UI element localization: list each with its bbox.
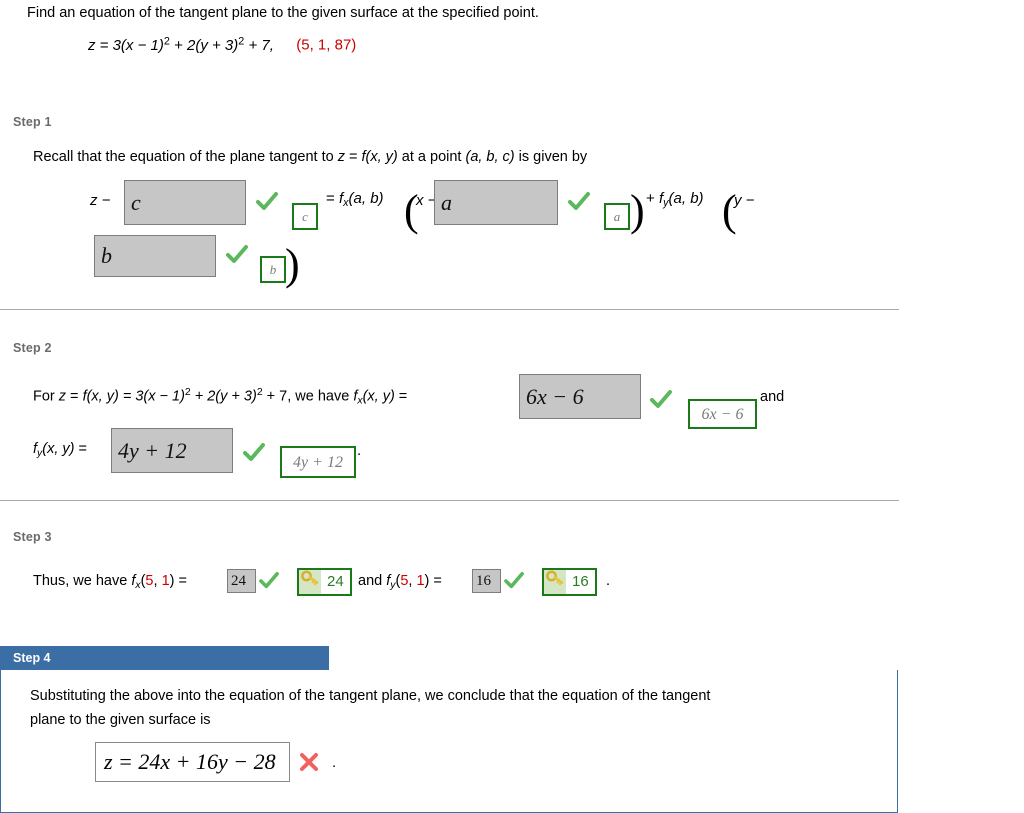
step1-period: . xyxy=(294,250,299,267)
step3-input-fx[interactable]: 24 xyxy=(227,569,256,593)
step1-answer-a: a xyxy=(604,203,630,230)
step-4-answer-value: z = 24x + 16y − 28 xyxy=(104,749,276,774)
step1-input-a[interactable]: a xyxy=(434,180,558,225)
step2-check-fy-icon xyxy=(243,443,265,463)
step-4-body-line-1: Substituting the above into the equation… xyxy=(30,688,711,704)
step1-equals: = fx(a, b) xyxy=(326,190,384,210)
step1-input-c[interactable]: c xyxy=(124,180,246,225)
step2-answer-fy: 4y + 12 xyxy=(280,446,356,478)
step1-plus-fy: + fy(a, b) xyxy=(646,190,704,210)
step1-check-c-icon xyxy=(256,192,278,212)
step3-answer-fx: 24 xyxy=(297,568,352,596)
key-icon xyxy=(544,570,566,594)
step-4-label: Step 4 xyxy=(13,651,51,665)
step2-line1-text: For z = f(x, y) = 3(x − 1)2 + 2(y + 3)2 … xyxy=(33,387,408,407)
step-4-tab: Step 4 xyxy=(0,646,329,670)
step3-line-pre: Thus, we have fx(5, 1) = xyxy=(33,573,187,591)
step-4-body-line-2: plane to the given surface is xyxy=(30,712,211,728)
given-point: (5, 1, 87) xyxy=(296,36,357,54)
step1-answer-c: c xyxy=(292,203,318,230)
step-1-label: Step 1 xyxy=(13,115,52,129)
step-1-intro: Recall that the equation of the plane ta… xyxy=(33,149,588,165)
step3-check-fy-icon xyxy=(504,572,524,590)
divider-1 xyxy=(0,309,899,310)
problem-statement: Find an equation of the tangent plane to… xyxy=(27,5,539,21)
step3-period: . xyxy=(606,573,611,589)
step1-answer-b: b xyxy=(260,256,286,283)
step2-check-fx-icon xyxy=(650,390,672,410)
divider-2 xyxy=(0,500,899,501)
step3-line-mid: and fy(5, 1) = xyxy=(358,573,442,591)
step1-y-minus: y − xyxy=(734,192,755,209)
step3-answer-fy-value: 16 xyxy=(572,573,589,590)
step-4-body: Substituting the above into the equation… xyxy=(30,684,870,732)
step-4-answer-input[interactable]: z = 24x + 16y − 28 xyxy=(95,742,290,782)
step-4-incorrect-icon xyxy=(299,752,319,776)
step3-check-fx-icon xyxy=(259,572,279,590)
exercise-page: Find an equation of the tangent plane to… xyxy=(0,0,1024,813)
step3-answer-fx-value: 24 xyxy=(327,573,344,590)
step1-input-b[interactable]: b xyxy=(94,235,216,277)
step2-answer-fx: 6x − 6 xyxy=(688,399,757,429)
step1-check-b-icon xyxy=(226,245,248,265)
problem-equation: z = 3(x − 1)2 + 2(y + 3)2 + 7, (5, 1, 87… xyxy=(88,35,356,54)
step3-input-fy[interactable]: 16 xyxy=(472,569,501,593)
step-3-label: Step 3 xyxy=(13,530,52,544)
step1-check-a-icon xyxy=(568,192,590,212)
step1-lead: z − xyxy=(90,192,111,209)
step-2-label: Step 2 xyxy=(13,341,52,355)
step2-input-fy[interactable]: 4y + 12 xyxy=(111,428,233,473)
step2-period: . xyxy=(357,442,362,459)
step2-input-fx[interactable]: 6x − 6 xyxy=(519,374,641,419)
equation-body: z = 3(x − 1)2 + 2(y + 3)2 + 7, xyxy=(88,35,274,54)
step-4-period: . xyxy=(332,754,337,771)
step2-line2-text: fy(x, y) = xyxy=(33,441,87,459)
key-icon xyxy=(299,570,321,594)
step2-and-word: and xyxy=(760,389,785,405)
step3-answer-fy: 16 xyxy=(542,568,597,596)
